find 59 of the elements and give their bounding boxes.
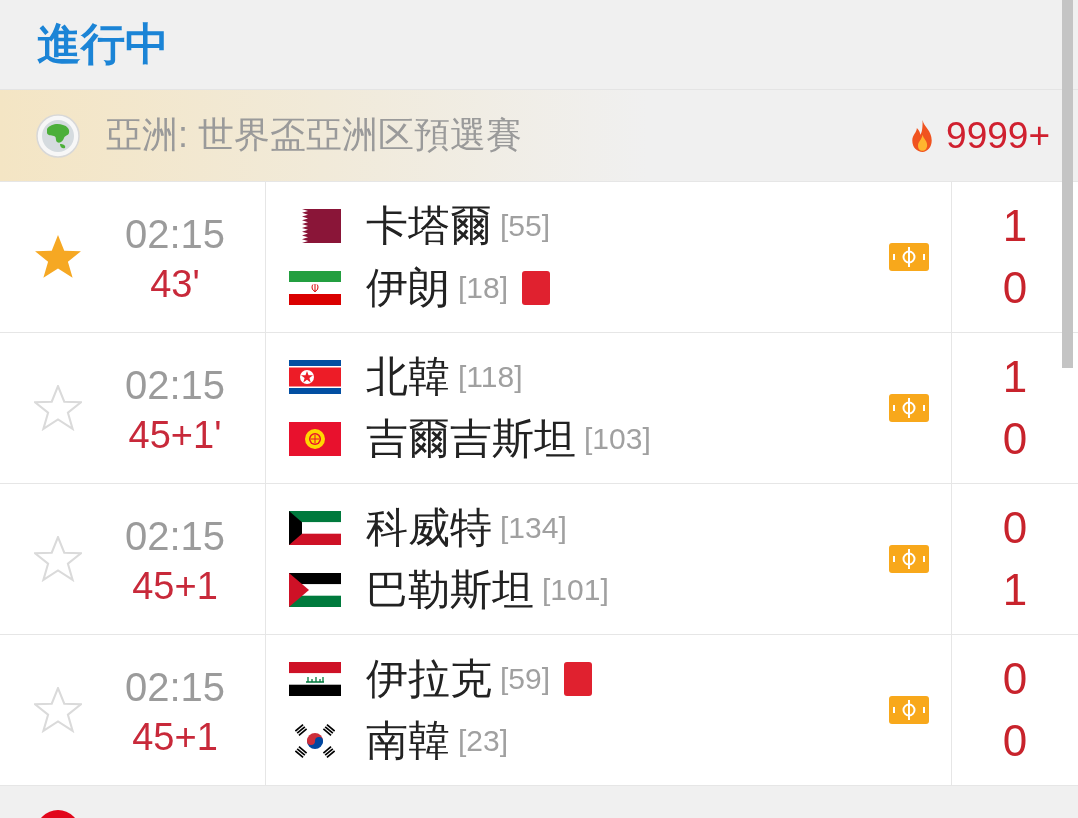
team-rank: [59] xyxy=(500,662,551,696)
scrollbar-thumb[interactable] xyxy=(1062,0,1073,368)
match-row[interactable]: 02:15 45+1 科威特 [134] 巴勒斯坦 [101] 0 1 xyxy=(0,484,1078,635)
star-icon[interactable] xyxy=(33,234,82,280)
score: 1 xyxy=(1002,564,1028,616)
pitch-icon[interactable] xyxy=(889,243,929,271)
score: 0 xyxy=(1002,413,1028,465)
match-row[interactable]: 02:15 45+1 伊拉克 [59] 南韓 [23] 0 0 xyxy=(0,635,1078,786)
flag-icon xyxy=(289,573,341,607)
flag-icon xyxy=(289,511,341,545)
team-name: 伊拉克 xyxy=(366,654,492,704)
team-rank: [101] xyxy=(542,573,609,607)
match-row[interactable]: 02:15 45+1' 北韓 [118] 吉爾吉斯坦 [103] 1 0 xyxy=(0,333,1078,484)
flag-icon xyxy=(289,422,341,456)
score: 1 xyxy=(1002,200,1028,252)
kickoff-time: 02:15 xyxy=(124,513,226,560)
team-rank: [134] xyxy=(500,511,567,545)
pitch-icon[interactable] xyxy=(889,394,929,422)
pitch-icon[interactable] xyxy=(889,545,929,573)
score: 1 xyxy=(1002,351,1028,403)
match-minute: 45+1 xyxy=(132,715,218,760)
flag-icon xyxy=(295,724,335,758)
flag-icon xyxy=(289,271,341,305)
fire-icon xyxy=(910,119,935,152)
globe-icon xyxy=(36,113,80,158)
kickoff-time: 02:15 xyxy=(124,211,226,258)
team-name: 科威特 xyxy=(366,503,492,553)
team-rank: [23] xyxy=(458,724,509,758)
flag-icon xyxy=(289,360,341,394)
league-name: 亞洲: 世界盃亞洲区預選賽 xyxy=(106,113,522,157)
team-name: 南韓 xyxy=(366,716,450,766)
team-rank: [18] xyxy=(458,271,509,305)
team-name: 巴勒斯坦 xyxy=(366,565,534,615)
team-rank: [55] xyxy=(500,209,551,243)
team-rank: [118] xyxy=(458,360,523,394)
team-name: 伊朗 xyxy=(366,263,450,313)
flag-icon xyxy=(289,662,341,696)
match-row[interactable]: 02:15 43' 卡塔爾 [55] 伊朗 [18] 1 0 xyxy=(0,182,1078,333)
league-header-bar[interactable]: 亞洲: 世界盃亞洲区預選賽 9999+ xyxy=(0,90,1078,182)
team-rank: [103] xyxy=(584,422,651,456)
score: 0 xyxy=(1002,715,1028,767)
star-icon[interactable] xyxy=(33,536,82,582)
kickoff-time: 02:15 xyxy=(124,664,226,711)
score: 0 xyxy=(1002,653,1028,705)
score: 0 xyxy=(1002,502,1028,554)
pitch-icon[interactable] xyxy=(889,696,929,724)
score: 0 xyxy=(1002,262,1028,314)
match-minute: 45+1 xyxy=(132,564,218,609)
kickoff-time: 02:15 xyxy=(124,362,226,409)
section-title: 進行中 xyxy=(37,20,169,69)
star-icon[interactable] xyxy=(33,385,82,431)
team-name: 吉爾吉斯坦 xyxy=(366,414,576,464)
team-name: 北韓 xyxy=(366,352,450,402)
flag-icon xyxy=(302,209,341,243)
hot-count: 9999+ xyxy=(946,114,1050,157)
match-minute: 45+1' xyxy=(128,413,222,458)
match-minute: 43' xyxy=(150,262,200,307)
star-icon[interactable] xyxy=(33,687,82,733)
team-name: 卡塔爾 xyxy=(366,201,492,251)
